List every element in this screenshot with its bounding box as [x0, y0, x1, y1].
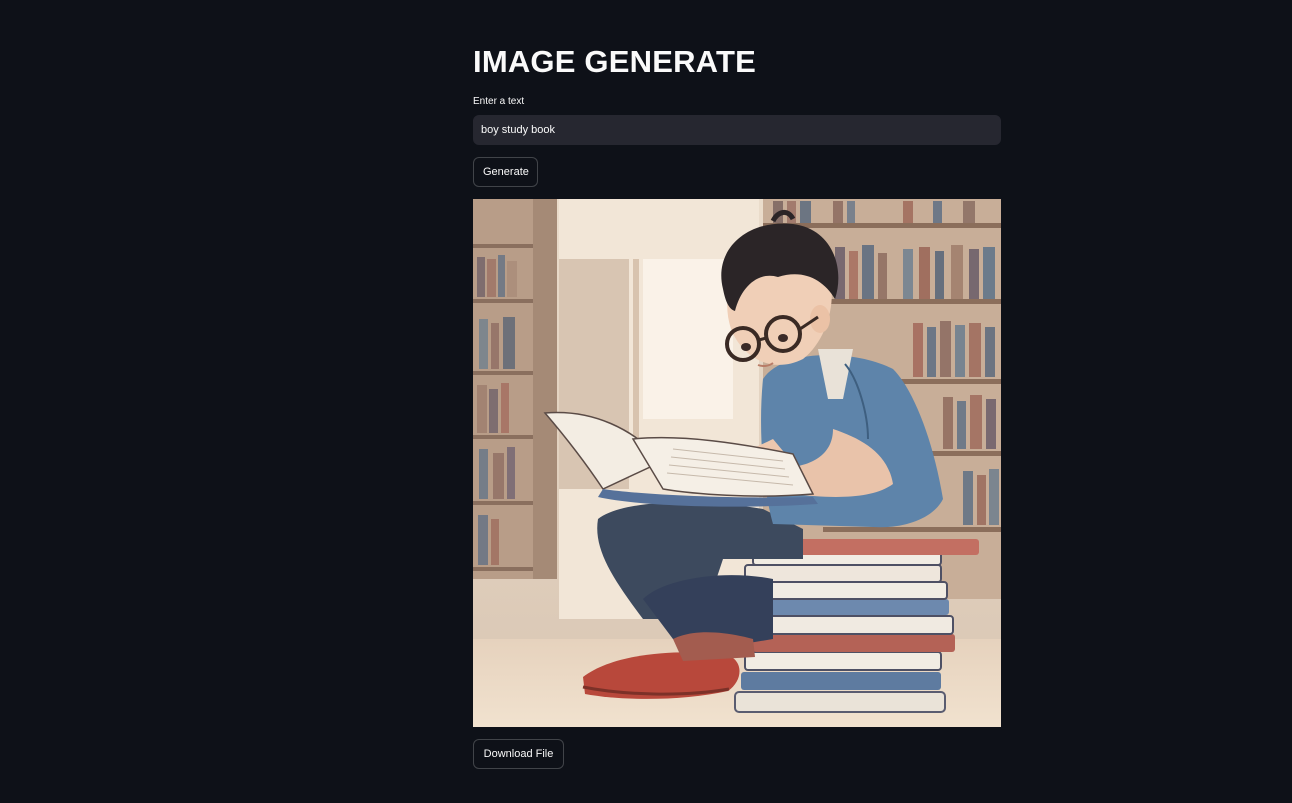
generated-illustration: [473, 199, 1001, 727]
prompt-input[interactable]: [473, 115, 1001, 145]
download-file-button[interactable]: Download File: [473, 739, 564, 769]
generated-image: [473, 199, 1001, 727]
prompt-label: Enter a text: [473, 96, 525, 107]
generate-button[interactable]: Generate: [473, 157, 538, 187]
page-title: IMAGE GENERATE: [473, 44, 756, 79]
